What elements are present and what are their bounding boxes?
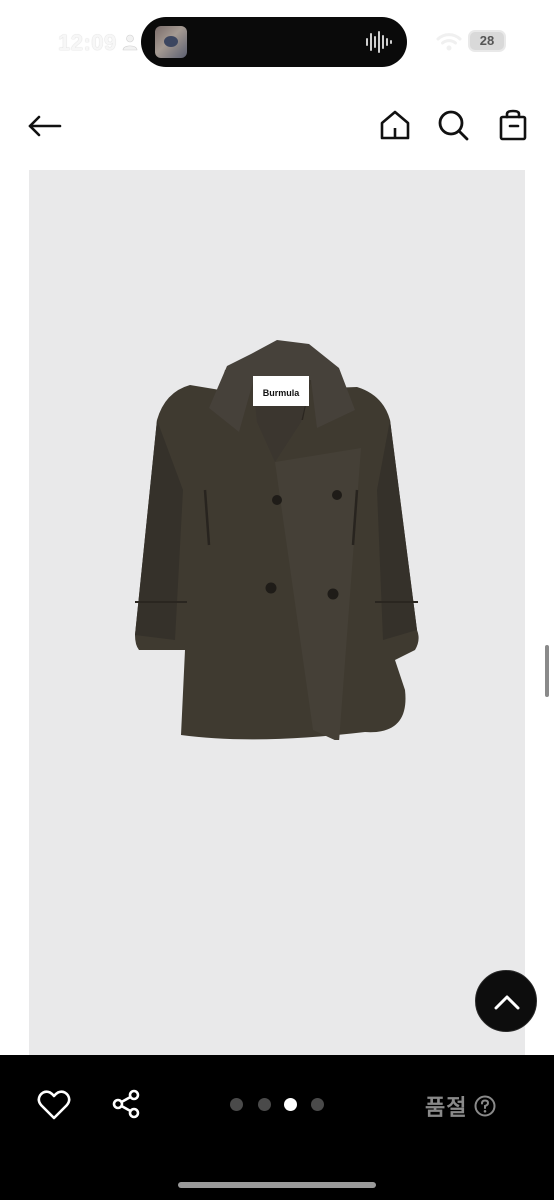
status-bar: 12:09 28 bbox=[0, 0, 554, 88]
pagination-dot[interactable] bbox=[311, 1098, 324, 1111]
app-header bbox=[0, 88, 554, 168]
share-icon[interactable] bbox=[110, 1088, 142, 1120]
search-icon[interactable] bbox=[436, 108, 470, 142]
wifi-icon bbox=[436, 33, 462, 51]
home-indicator bbox=[178, 1182, 376, 1188]
back-arrow-icon[interactable] bbox=[22, 98, 66, 142]
help-icon[interactable] bbox=[474, 1095, 496, 1117]
dynamic-island[interactable] bbox=[141, 17, 407, 67]
audio-wave-icon bbox=[366, 31, 392, 53]
pagination-dot[interactable] bbox=[258, 1098, 271, 1111]
shopping-bag-icon[interactable] bbox=[496, 108, 530, 142]
person-icon bbox=[122, 34, 138, 51]
brand-label: Burmula bbox=[263, 388, 301, 398]
now-playing-thumbnail bbox=[155, 26, 187, 58]
product-image[interactable]: Burmula bbox=[29, 170, 525, 1070]
pagination-dot[interactable] bbox=[230, 1098, 243, 1111]
sold-out-label: 품절 bbox=[425, 1095, 468, 1120]
pagination-dot-active[interactable] bbox=[284, 1098, 297, 1111]
coat-illustration: Burmula bbox=[135, 340, 419, 740]
clock-time: 12:09 bbox=[58, 30, 117, 55]
battery-indicator: 28 bbox=[468, 30, 506, 52]
bottom-action-bar bbox=[0, 1055, 554, 1200]
heart-icon[interactable] bbox=[36, 1087, 72, 1123]
scroll-to-top-button[interactable] bbox=[475, 970, 537, 1032]
home-icon[interactable] bbox=[378, 108, 412, 142]
chevron-up-icon bbox=[494, 995, 520, 1010]
scroll-indicator[interactable] bbox=[545, 645, 549, 697]
